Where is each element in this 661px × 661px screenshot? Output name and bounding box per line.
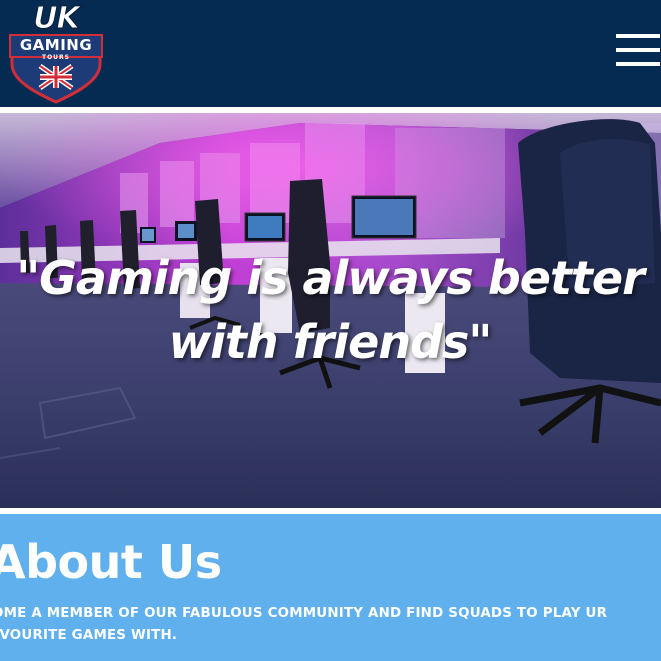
about-title: About Us [0, 535, 222, 589]
hamburger-menu-icon [616, 34, 660, 38]
hamburger-menu-button[interactable] [612, 31, 660, 69]
about-section: About Us COME A MEMBER OF OUR FABULOUS C… [0, 514, 661, 661]
logo-gaming-text: GAMING [19, 36, 93, 54]
site-logo[interactable]: UK GAMING TOURS [6, 1, 106, 104]
site-header: UK GAMING TOURS [0, 0, 661, 107]
hero-quote: "Gaming is always better with friends" [16, 251, 645, 369]
logo-uk-text: UK [33, 1, 81, 36]
menu-bar-bottom [616, 62, 660, 66]
menu-bar-middle [616, 48, 660, 52]
about-description: COME A MEMBER OF OUR FABULOUS COMMUNITY … [0, 606, 608, 643]
hero-banner: "Gaming is always better with friends" [0, 113, 661, 508]
logo-tours-text: TOURS [41, 54, 70, 61]
